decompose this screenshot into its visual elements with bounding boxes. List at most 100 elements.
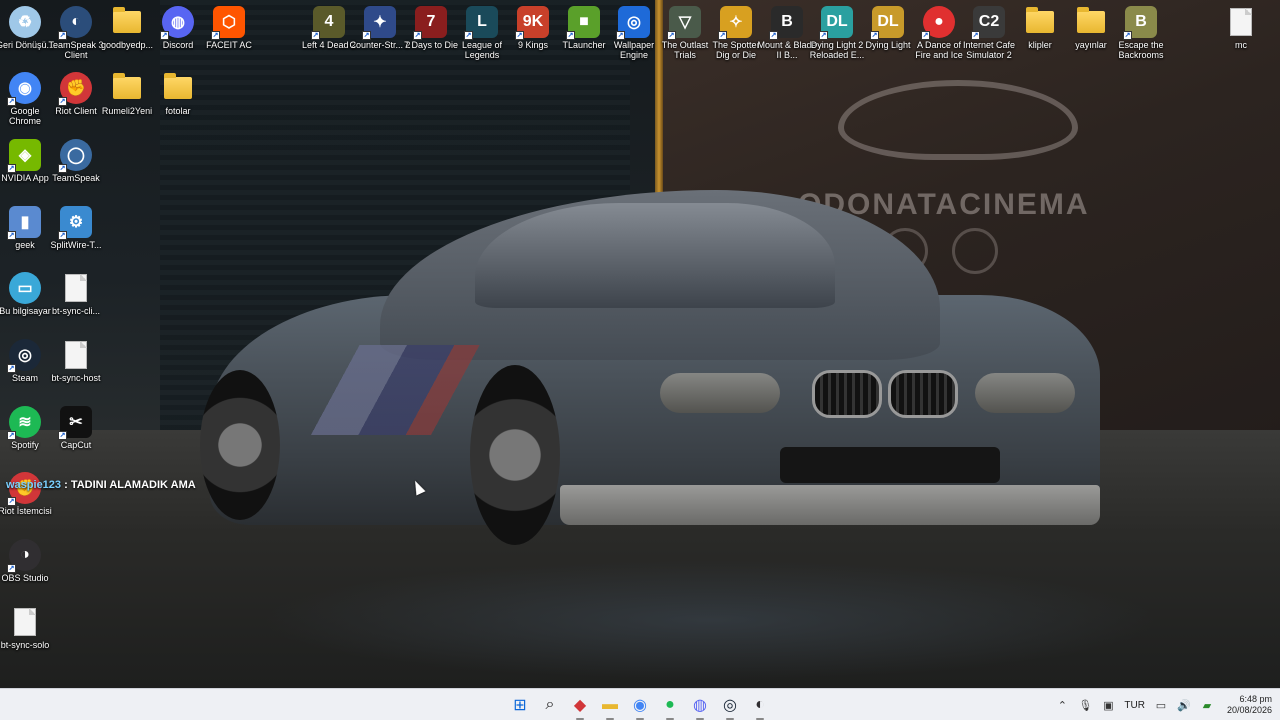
shortcut-arrow-icon: ↗ — [160, 31, 169, 40]
taskbar-apps: ⊞ ⌕ ◆ ▬ ◉ ● ◍ ◎ ◐ — [508, 689, 772, 720]
discord-taskbar-icon-glyph: ◍ — [693, 697, 707, 714]
file-shape — [65, 341, 87, 369]
chat-username: waspie123 — [6, 479, 62, 491]
shortcut-arrow-icon: ↗ — [58, 97, 67, 106]
riot-client-taskbar-icon-glyph: ◆ — [573, 697, 587, 714]
folder-icon — [1024, 6, 1056, 38]
spotify-taskbar-icon[interactable]: ● — [658, 693, 682, 720]
splitwire-icon: ⚙ ↗ — [58, 206, 92, 240]
folder-shape — [113, 7, 141, 33]
file-icon — [60, 272, 92, 304]
folder-icon — [162, 72, 194, 104]
counter-strike-icon: ✦ ↗ — [362, 6, 396, 40]
start-button[interactable]: ⊞ — [508, 693, 532, 717]
desktop-icon-label: bt-sync-host — [51, 373, 101, 383]
system-tray: ⌃ 🎙 ▣ TUR ▭ 🔊 ▰ 6:48 pm 20/08/2026 — [1055, 689, 1272, 720]
shortcut-arrow-icon: ↗ — [7, 431, 16, 440]
car-image — [200, 185, 1110, 555]
clock-date: 20/08/2026 — [1226, 705, 1272, 715]
shortcut-arrow-icon: ↗ — [819, 31, 828, 40]
desktop-icon[interactable]: bt-sync-solo — [0, 606, 56, 650]
shortcut-arrow-icon: ↗ — [58, 31, 67, 40]
desktop-icon[interactable]: B ↗ Escape the Backrooms — [1110, 6, 1172, 60]
shortcut-arrow-icon: ↗ — [971, 31, 980, 40]
shortcut-arrow-icon: ↗ — [58, 164, 67, 173]
spotify-icon: ≋ ↗ — [7, 406, 41, 440]
desktop-icon[interactable]: mc — [1210, 6, 1272, 50]
shortcut-arrow-icon: ↗ — [616, 31, 625, 40]
chevron-up-icon[interactable]: ⌃ — [1055, 698, 1069, 712]
desktop-icon[interactable]: ◑ ↗ OBS Studio — [0, 539, 56, 583]
search-icon-glyph: ⌕ — [545, 696, 555, 713]
chat-separator: : — [61, 479, 71, 491]
shortcut-arrow-icon: ↗ — [7, 97, 16, 106]
shortcut-arrow-icon: ↗ — [667, 31, 676, 40]
9-kings-icon: 9K ↗ — [515, 6, 549, 40]
obs-studio-icon: ◑ ↗ — [7, 539, 41, 573]
battery-icon[interactable]: ▰ — [1200, 698, 1214, 712]
capcut-icon: ✂ ↗ — [58, 406, 92, 440]
desktop-icon-label: OBS Studio — [1, 573, 49, 583]
car-intake — [780, 447, 1000, 483]
chat-notification: waspie123 : TADINI ALAMADIK AMA — [6, 479, 196, 491]
desktop-icon[interactable]: ✂ ↗ CapCut — [45, 406, 107, 450]
network-icon[interactable]: ▭ — [1154, 698, 1168, 712]
car-front-wheel — [470, 365, 560, 545]
chrome-taskbar-icon[interactable]: ◉ — [628, 693, 652, 720]
desktop-icon[interactable]: bt-sync-host — [45, 339, 107, 383]
clock-time: 6:48 pm — [1239, 694, 1272, 704]
folder-shape — [113, 73, 141, 99]
shortcut-arrow-icon: ↗ — [566, 31, 575, 40]
desktop-icon[interactable]: ⚙ ↗ SplitWire-T... — [45, 206, 107, 250]
start-glyph: ⊞ — [513, 697, 527, 714]
league-of-legends-icon: L ↗ — [464, 6, 498, 40]
dying-light-2-icon: DL ↗ — [819, 6, 853, 40]
outlast-trials-icon: ▽ ↗ — [667, 6, 701, 40]
chat-message: TADINI ALAMADIK AMA — [70, 479, 196, 491]
shortcut-arrow-icon: ↗ — [58, 231, 67, 240]
file-icon — [1225, 6, 1257, 38]
folder-shape — [1026, 7, 1054, 33]
file-shape — [14, 608, 36, 636]
taskbar: ⊞ ⌕ ◆ ▬ ◉ ● ◍ ◎ ◐ ⌃ 🎙 ▣ TUR ▭ 🔊 ▰ 6:48 pm 20/08/… — [0, 688, 1280, 720]
car-headlight-right — [975, 373, 1075, 413]
this-pc-icon: ▭ — [9, 272, 41, 304]
file-icon — [9, 606, 41, 638]
obs-taskbar-icon[interactable]: ◐ — [748, 693, 772, 720]
tlauncher-icon: ■ ↗ — [566, 6, 600, 40]
shortcut-arrow-icon: ↗ — [870, 31, 879, 40]
clock[interactable]: 6:48 pm 20/08/2026 — [1227, 694, 1272, 716]
desktop-icon-label: TeamSpeak — [52, 173, 100, 183]
faceit-icon: ⬡ ↗ — [211, 6, 245, 40]
file-icon — [60, 339, 92, 371]
language-indicator[interactable]: TUR — [1124, 700, 1145, 711]
volume-icon[interactable]: 🔊 — [1177, 698, 1191, 712]
search-icon[interactable]: ⌕ — [538, 693, 562, 717]
shortcut-arrow-icon: ↗ — [7, 497, 16, 506]
microphone-icon[interactable]: 🎙 — [1078, 698, 1092, 712]
file-explorer-icon[interactable]: ▬ — [598, 693, 622, 720]
discord-taskbar-icon[interactable]: ◍ — [688, 693, 712, 720]
shortcut-arrow-icon: ↗ — [211, 31, 220, 40]
chrome-icon: ◉ ↗ — [7, 72, 41, 106]
file-shape — [65, 274, 87, 302]
desktop-icon[interactable]: ◯ ↗ TeamSpeak — [45, 139, 107, 183]
7-days-to-die-icon: 7 ↗ — [413, 6, 447, 40]
dying-light-icon: DL ↗ — [870, 6, 904, 40]
shortcut-arrow-icon: ↗ — [413, 31, 422, 40]
desktop-icon-label: bt-sync-solo — [0, 640, 50, 650]
riot-client-taskbar-icon[interactable]: ◆ — [568, 693, 592, 720]
desktop-icon[interactable]: bt-sync-cli... — [45, 272, 107, 316]
desktop-icon[interactable]: ⬡ ↗ FACEIT AC — [198, 6, 260, 50]
steam-icon: ◎ ↗ — [7, 339, 41, 373]
steam-taskbar-icon[interactable]: ◎ — [718, 693, 742, 720]
shortcut-arrow-icon: ↗ — [7, 364, 16, 373]
tray-app-icon[interactable]: ▣ — [1101, 698, 1115, 712]
chrome-taskbar-icon-glyph: ◉ — [633, 697, 647, 714]
teamspeak3-icon: ◐ ↗ — [58, 6, 92, 40]
shortcut-arrow-icon: ↗ — [515, 31, 524, 40]
desktop-icon-label: Riot İstemcisi — [0, 506, 52, 516]
shortcut-arrow-icon: ↗ — [311, 31, 320, 40]
desktop-icon[interactable]: fotolar — [147, 72, 209, 116]
desktop-icon-label: fotolar — [165, 106, 191, 116]
